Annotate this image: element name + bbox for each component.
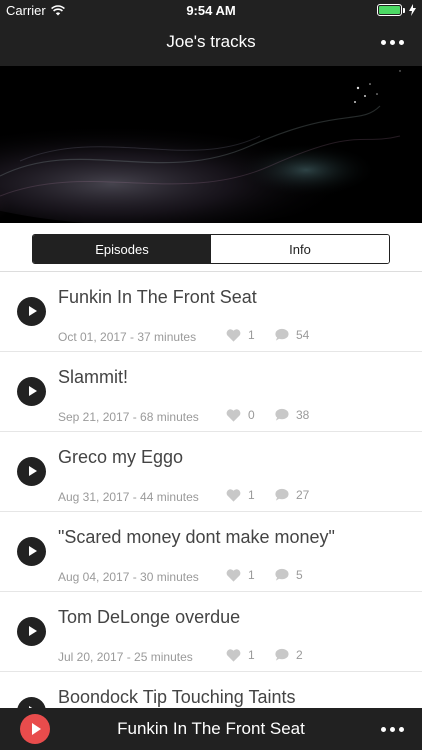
status-time: 9:54 AM — [186, 3, 236, 18]
play-icon[interactable] — [17, 297, 46, 326]
comments-count[interactable]: 5 — [274, 568, 303, 582]
battery-icon — [377, 4, 405, 16]
heart-icon — [226, 569, 241, 582]
episode-title: Tom DeLonge overdue — [58, 607, 241, 627]
nav-bar: Joe's tracks — [0, 22, 422, 66]
episode-meta: Aug 04, 2017 - 30 minutes — [58, 570, 199, 584]
list-item[interactable]: Slammit! Sep 21, 2017 - 68 minutes 0 38 — [0, 352, 422, 432]
likes-count[interactable]: 1 — [226, 328, 255, 342]
episode-title: Greco my Eggo — [58, 447, 184, 467]
heart-icon — [226, 329, 241, 342]
episode-meta: Sep 21, 2017 - 68 minutes — [58, 410, 199, 424]
episode-title: Slammit! — [58, 367, 129, 387]
comment-icon — [275, 408, 289, 421]
heart-icon — [226, 489, 241, 502]
tab-info[interactable]: Info — [211, 235, 389, 263]
likes-count[interactable]: 1 — [226, 648, 255, 662]
comment-icon — [275, 328, 289, 341]
comment-icon — [275, 648, 289, 661]
list-item[interactable]: "Scared money dont make money" Aug 04, 2… — [0, 512, 422, 592]
list-item[interactable]: Greco my Eggo Aug 31, 2017 - 44 minutes … — [0, 432, 422, 512]
play-icon[interactable] — [17, 377, 46, 406]
play-icon[interactable] — [17, 537, 46, 566]
heart-icon — [226, 649, 241, 662]
podcast-cover-image — [0, 66, 422, 223]
tab-info-label: Info — [289, 241, 311, 257]
episodes-info-segmented-control: Episodes Info — [32, 234, 390, 264]
more-options-icon[interactable] — [381, 40, 404, 45]
play-icon[interactable] — [17, 617, 46, 646]
likes-count[interactable]: 0 — [226, 408, 255, 422]
episode-meta: Oct 01, 2017 - 37 minutes — [58, 330, 197, 344]
episode-list: Funkin In The Front Seat Oct 01, 2017 - … — [0, 272, 422, 750]
battery-group — [377, 4, 416, 16]
comments-count[interactable]: 2 — [274, 648, 303, 662]
tab-episodes-label: Episodes — [95, 241, 149, 257]
episode-meta: Jul 20, 2017 - 25 minutes — [58, 650, 193, 664]
page-title: Joe's tracks — [166, 32, 256, 51]
likes-count[interactable]: 1 — [226, 488, 255, 502]
now-playing-bar: Funkin In The Front Seat — [0, 708, 422, 750]
tab-episodes[interactable]: Episodes — [33, 235, 211, 263]
comment-icon — [275, 568, 289, 581]
episode-title: Funkin In The Front Seat — [58, 287, 257, 307]
play-icon[interactable] — [17, 457, 46, 486]
list-item[interactable]: Tom DeLonge overdue Jul 20, 2017 - 25 mi… — [0, 592, 422, 672]
episode-title: "Scared money dont make money" — [58, 527, 335, 547]
comments-count[interactable]: 54 — [274, 328, 309, 342]
episode-title: Boondock Tip Touching Taints — [58, 687, 296, 707]
heart-icon — [226, 409, 241, 422]
list-item[interactable]: Funkin In The Front Seat Oct 01, 2017 - … — [0, 272, 422, 352]
comment-icon — [275, 488, 289, 501]
comments-count[interactable]: 27 — [274, 488, 309, 502]
player-more-icon[interactable] — [381, 727, 404, 732]
comments-count[interactable]: 38 — [274, 408, 309, 422]
now-playing-title: Funkin In The Front Seat — [117, 719, 305, 738]
likes-count[interactable]: 1 — [226, 568, 255, 582]
status-bar: Carrier 9:54 AM — [0, 0, 422, 22]
charging-icon — [409, 4, 416, 16]
episode-meta: Aug 31, 2017 - 44 minutes — [58, 490, 199, 504]
